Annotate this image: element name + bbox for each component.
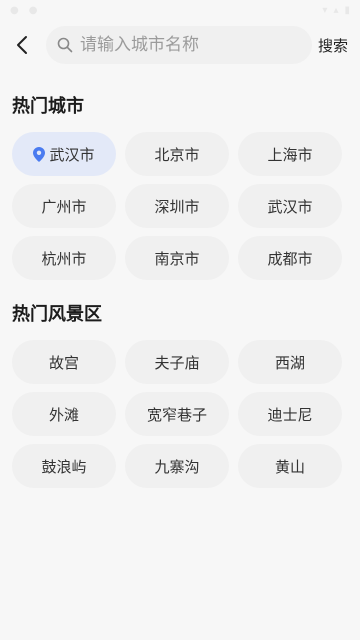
city-chip[interactable]: 杭州市 [12,236,116,280]
city-chip[interactable]: 成都市 [238,236,342,280]
city-chip-selected[interactable]: 武汉市 [12,132,116,176]
status-bar: ● ● ▾ ▴ ▮ [0,0,360,20]
scenic-chip[interactable]: 故宫 [12,340,116,384]
scenic-chip[interactable]: 宽窄巷子 [125,392,229,436]
battery-icon: ▮ [344,4,350,16]
search-header: 搜索 [0,20,360,70]
hot-scenic-grid: 故宫 夫子庙 西湖 外滩 宽窄巷子 迪士尼 鼓浪屿 九寨沟 黄山 [0,340,360,488]
hot-scenic-title: 热门风景区 [12,304,102,325]
city-chip[interactable]: 北京市 [125,132,229,176]
scenic-chip[interactable]: 外滩 [12,392,116,436]
back-button[interactable] [10,33,34,57]
back-chevron-icon [17,36,27,54]
search-button[interactable]: 搜索 [318,35,348,56]
scenic-chip[interactable]: 迪士尼 [238,392,342,436]
city-chip[interactable]: 广州市 [12,184,116,228]
scenic-chip[interactable]: 西湖 [238,340,342,384]
search-icon [56,36,74,54]
search-input[interactable] [80,35,300,55]
scenic-chip[interactable]: 夫子庙 [125,340,229,384]
notification-icon-2: ● [28,4,38,16]
scenic-chip[interactable]: 黄山 [238,444,342,488]
notification-icon: ● [10,4,19,16]
hot-cities-title: 热门城市 [12,96,84,117]
city-chip[interactable]: 武汉市 [238,184,342,228]
signal-icon: ▾ [322,4,328,16]
hot-cities-grid: 武汉市 北京市 上海市 广州市 深圳市 武汉市 杭州市 南京市 成都市 [0,132,360,280]
scenic-chip[interactable]: 鼓浪屿 [12,444,116,488]
city-chip[interactable]: 南京市 [125,236,229,280]
city-chip[interactable]: 上海市 [238,132,342,176]
location-pin-icon [33,146,46,162]
city-chip-label: 武汉市 [49,145,95,164]
wifi-icon: ▴ [333,4,339,16]
city-chip[interactable]: 深圳市 [125,184,229,228]
scenic-chip[interactable]: 九寨沟 [125,444,229,488]
search-field[interactable] [46,26,312,64]
